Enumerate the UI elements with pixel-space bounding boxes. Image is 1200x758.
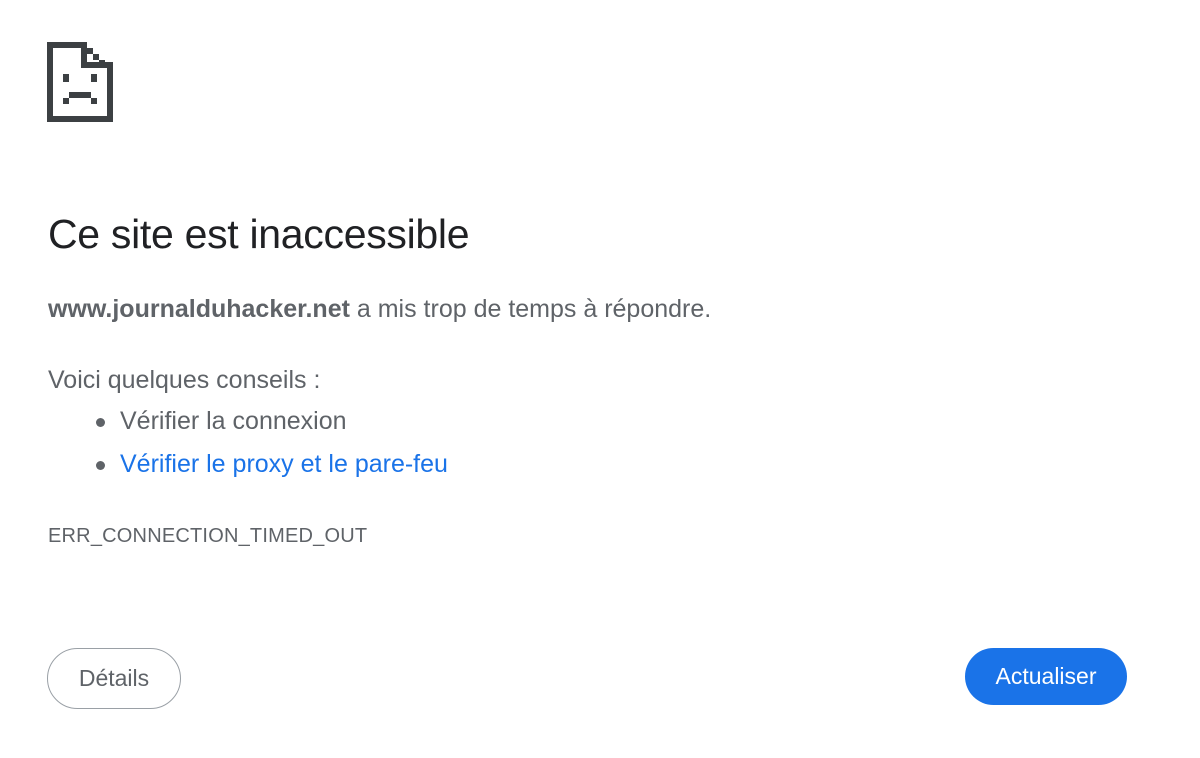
suggestion-item-check-proxy: Vérifier le proxy et le pare-feu	[48, 447, 448, 490]
details-button[interactable]: Détails	[47, 648, 181, 709]
suggestions-list: Vérifier la connexion Vérifier le proxy …	[48, 404, 448, 490]
site-host: www.journalduhacker.net	[48, 295, 350, 323]
error-code: ERR_CONNECTION_TIMED_OUT	[48, 525, 368, 547]
page-title: Ce site est inaccessible	[48, 211, 470, 257]
error-summary: www.journalduhacker.net a mis trop de te…	[48, 292, 711, 326]
suggestion-label: Vérifier la connexion	[120, 407, 347, 435]
reload-button[interactable]: Actualiser	[965, 648, 1127, 705]
bullet-icon	[96, 418, 105, 427]
check-proxy-link[interactable]: Vérifier le proxy et le pare-feu	[120, 450, 448, 478]
sad-page-icon	[47, 42, 113, 122]
error-message: a mis trop de temps à répondre.	[349, 295, 712, 323]
bullet-icon	[96, 461, 105, 470]
suggestions-heading: Voici quelques conseils :	[48, 366, 321, 394]
suggestion-item-check-connection: Vérifier la connexion	[48, 404, 448, 447]
